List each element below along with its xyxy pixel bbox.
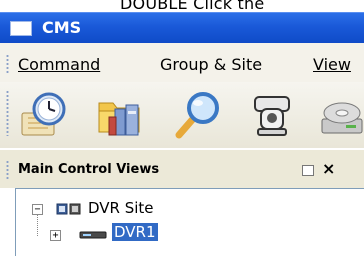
menu-command[interactable]: Command bbox=[18, 55, 100, 74]
panel-grip-icon[interactable] bbox=[6, 160, 9, 180]
tree-view[interactable]: − DVR Site + DVR1 bbox=[15, 188, 364, 256]
menu-group-site[interactable]: Group & Site bbox=[160, 55, 262, 74]
window-icon bbox=[10, 21, 32, 36]
menubar-grip-icon[interactable] bbox=[6, 54, 9, 74]
toolbar bbox=[0, 82, 364, 148]
menu-bar: Command Group & Site View bbox=[0, 43, 364, 82]
search-magnifier-icon[interactable] bbox=[172, 89, 224, 141]
close-icon[interactable]: × bbox=[322, 159, 335, 178]
disc-drive-icon[interactable] bbox=[318, 89, 364, 141]
toolbar-grip-icon[interactable] bbox=[6, 90, 9, 136]
clock-calendar-icon[interactable] bbox=[18, 89, 70, 141]
restore-icon[interactable] bbox=[302, 165, 314, 176]
window-titlebar[interactable]: CMS bbox=[0, 12, 364, 43]
panel-title: Main Control Views bbox=[18, 162, 160, 177]
dvr-site-icon bbox=[56, 203, 81, 215]
tree-item-dvr1[interactable]: DVR1 bbox=[112, 223, 158, 241]
dvr-device-icon bbox=[79, 231, 107, 239]
tree-item-dvr-site[interactable]: DVR Site bbox=[88, 199, 154, 217]
window-title: CMS bbox=[42, 18, 82, 37]
panel-header: Main Control Views × bbox=[0, 150, 364, 188]
camera-settings-icon[interactable] bbox=[248, 89, 300, 141]
expand-icon[interactable]: + bbox=[50, 230, 61, 241]
tree-connector bbox=[37, 212, 38, 236]
collapse-icon[interactable]: − bbox=[32, 204, 43, 215]
folder-settings-icon[interactable] bbox=[95, 89, 147, 141]
menu-view[interactable]: View bbox=[313, 55, 351, 74]
